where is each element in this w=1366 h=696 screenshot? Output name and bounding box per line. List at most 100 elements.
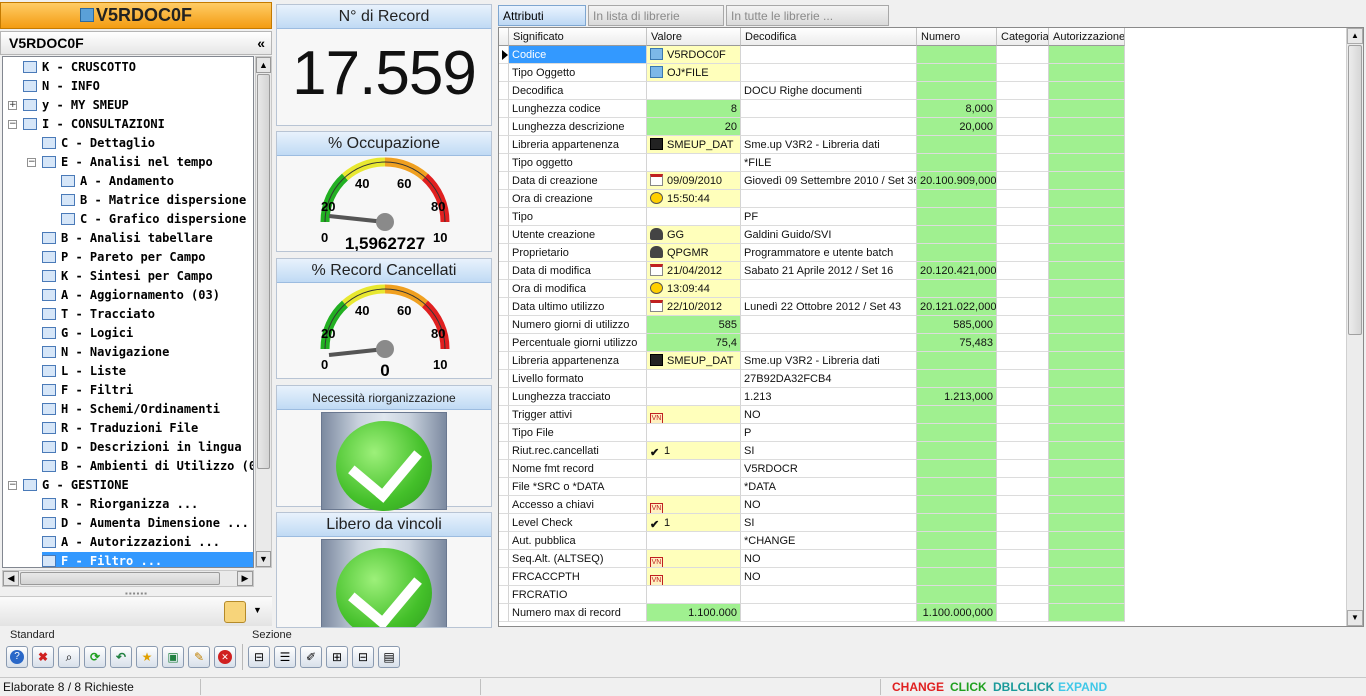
cell-numero[interactable] (917, 226, 997, 244)
cell-decodifica[interactable]: *FILE (741, 154, 917, 172)
table-row[interactable]: Numero max di record 1.100.000 1.100.000,0… (499, 604, 1125, 622)
table-row[interactable]: Trigger attivi VN NO (499, 406, 1125, 424)
cell-numero[interactable]: 1.213,000 (917, 388, 997, 406)
cell-categoria[interactable] (997, 334, 1049, 352)
cell-autorizzazione[interactable] (1049, 64, 1125, 82)
cell-significato[interactable]: Data di modifica (509, 262, 647, 280)
tree-vertical-scrollbar[interactable]: ▲ ▼ (255, 56, 272, 568)
cell-significato[interactable]: Data ultimo utilizzo (509, 298, 647, 316)
cell-categoria[interactable] (997, 118, 1049, 136)
cell-autorizzazione[interactable] (1049, 550, 1125, 568)
cell-significato[interactable]: Trigger attivi (509, 406, 647, 424)
tree-expander-icon[interactable]: − (27, 158, 36, 167)
cell-valore[interactable]: SMEUP_DAT (647, 136, 741, 154)
grid-column-header[interactable]: Valore (647, 28, 741, 46)
cell-significato[interactable]: Tipo Oggetto (509, 64, 647, 82)
cell-numero[interactable] (917, 208, 997, 226)
cell-valore[interactable]: 21/04/2012 (647, 262, 741, 280)
cell-valore[interactable]: 09/09/2010 (647, 172, 741, 190)
cell-valore[interactable]: V5RDOC0F (647, 46, 741, 64)
cell-categoria[interactable] (997, 460, 1049, 478)
table-row[interactable]: Libreria appartenenza SMEUP_DAT Sme.up V3R… (499, 136, 1125, 154)
cell-significato[interactable]: Tipo File (509, 424, 647, 442)
cell-autorizzazione[interactable] (1049, 496, 1125, 514)
tree-item[interactable]: P - Pareto per Campo (42, 248, 206, 267)
cell-autorizzazione[interactable] (1049, 136, 1125, 154)
tree-item[interactable]: B - Matrice dispersione (61, 191, 246, 210)
cell-valore[interactable]: 75,4 (647, 334, 741, 352)
cell-valore[interactable]: ✔ 1 (647, 442, 741, 460)
tree-item[interactable]: C - Grafico dispersione (61, 210, 246, 229)
save-button[interactable]: ▣ (162, 646, 184, 668)
cell-valore[interactable]: SMEUP_DAT (647, 352, 741, 370)
tree-hscroll-thumb[interactable] (20, 572, 220, 585)
table-row[interactable]: FRCRATIO (499, 586, 1125, 604)
scroll-left-arrow-icon[interactable]: ◀ (3, 571, 19, 586)
cell-categoria[interactable] (997, 298, 1049, 316)
cell-decodifica[interactable]: Sme.up V3R2 - Libreria dati (741, 136, 917, 154)
tree-item[interactable]: A - Autorizzazioni ... (42, 533, 220, 552)
tree-item[interactable]: L - Liste (42, 362, 126, 381)
tree-item[interactable]: N - Navigazione (42, 343, 169, 362)
cell-decodifica[interactable] (741, 334, 917, 352)
cell-autorizzazione[interactable] (1049, 442, 1125, 460)
cell-valore[interactable] (647, 532, 741, 550)
cell-decodifica[interactable]: PF (741, 208, 917, 226)
function-tree[interactable]: K - CRUSCOTTO N - INFO + y - MY SMEUP − I - C… (2, 56, 254, 568)
cell-decodifica[interactable] (741, 64, 917, 82)
cell-categoria[interactable] (997, 406, 1049, 424)
table-row[interactable]: Riut.rec.cancellati ✔ 1 SI (499, 442, 1125, 460)
cell-valore[interactable]: 20 (647, 118, 741, 136)
cell-categoria[interactable] (997, 100, 1049, 118)
table-row[interactable]: Percentuale giorni utilizzo 75,4 75,483 (499, 334, 1125, 352)
cell-autorizzazione[interactable] (1049, 370, 1125, 388)
cell-categoria[interactable] (997, 586, 1049, 604)
cell-categoria[interactable] (997, 154, 1049, 172)
grid-column-header[interactable]: Significato (509, 28, 647, 46)
cell-categoria[interactable] (997, 46, 1049, 64)
table-row[interactable]: Lunghezza codice 8 8,000 (499, 100, 1125, 118)
cell-significato[interactable]: Percentuale giorni utilizzo (509, 334, 647, 352)
tree-item[interactable]: I - CONSULTAZIONI (23, 115, 165, 134)
cell-significato[interactable]: Lunghezza codice (509, 100, 647, 118)
cell-significato[interactable]: FRCACCPTH (509, 568, 647, 586)
cell-significato[interactable]: Decodifica (509, 82, 647, 100)
cell-autorizzazione[interactable] (1049, 478, 1125, 496)
cell-numero[interactable]: 8,000 (917, 100, 997, 118)
cell-valore[interactable] (647, 424, 741, 442)
cell-significato[interactable]: Accesso a chiavi (509, 496, 647, 514)
cell-decodifica[interactable]: Sme.up V3R2 - Libreria dati (741, 352, 917, 370)
table-row[interactable]: File *SRC o *DATA *DATA (499, 478, 1125, 496)
cell-numero[interactable] (917, 136, 997, 154)
table-row[interactable]: Nome fmt record V5RDOCR (499, 460, 1125, 478)
cell-categoria[interactable] (997, 424, 1049, 442)
cell-significato[interactable]: Aut. pubblica (509, 532, 647, 550)
cell-autorizzazione[interactable] (1049, 226, 1125, 244)
grid-column-header[interactable]: Autorizzazione (1049, 28, 1125, 46)
refresh-button[interactable]: ⟳ (84, 646, 106, 668)
table-row[interactable]: Tipo PF (499, 208, 1125, 226)
cell-decodifica[interactable]: Giovedì 09 Settembre 2010 / Set 36 (741, 172, 917, 190)
grid-column-header[interactable]: Decodifica (741, 28, 917, 46)
tree-item[interactable]: A - Andamento (61, 172, 174, 191)
tree-item[interactable]: R - Riorganizza ... (42, 495, 198, 514)
cell-decodifica[interactable]: Galdini Guido/SVI (741, 226, 917, 244)
grid-scroll-thumb[interactable] (1348, 45, 1362, 335)
cell-categoria[interactable] (997, 64, 1049, 82)
tree-expander-icon[interactable]: − (8, 120, 17, 129)
cell-autorizzazione[interactable] (1049, 388, 1125, 406)
table-row[interactable]: Proprietario QPGMR Programmatore e utente … (499, 244, 1125, 262)
cell-categoria[interactable] (997, 190, 1049, 208)
cell-numero[interactable] (917, 64, 997, 82)
cell-autorizzazione[interactable] (1049, 172, 1125, 190)
scroll-up-arrow-icon[interactable]: ▲ (1347, 28, 1363, 44)
cell-valore[interactable]: ✔ 1 (647, 514, 741, 532)
cell-decodifica[interactable]: *DATA (741, 478, 917, 496)
cell-valore[interactable] (647, 478, 741, 496)
cell-numero[interactable] (917, 478, 997, 496)
collapse-panel-button[interactable]: « (257, 32, 265, 54)
cell-numero[interactable] (917, 532, 997, 550)
table-row[interactable]: Decodifica DOCU Righe documenti (499, 82, 1125, 100)
cell-autorizzazione[interactable] (1049, 154, 1125, 172)
cell-numero[interactable] (917, 280, 997, 298)
